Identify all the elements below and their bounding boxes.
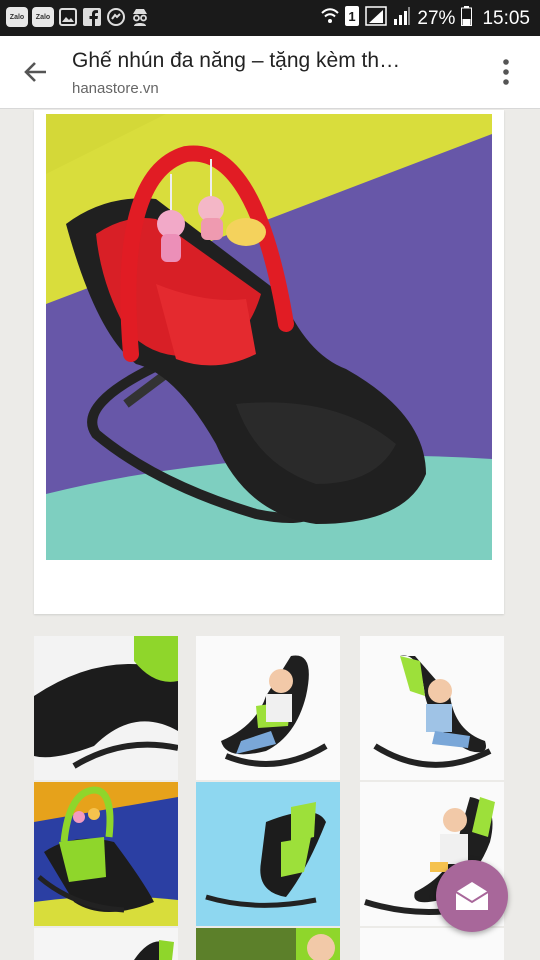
battery-percent: 27% bbox=[417, 8, 456, 29]
zalo-icon: Zalo bbox=[6, 7, 28, 27]
product-thumbnail[interactable] bbox=[34, 636, 178, 780]
sim-1-icon: 1 bbox=[345, 6, 360, 32]
back-arrow-icon[interactable] bbox=[22, 58, 50, 86]
share-fab-button[interactable] bbox=[436, 860, 508, 932]
product-thumbnail[interactable] bbox=[196, 928, 340, 960]
app-bar: Ghế nhún đa năng – tặng kèm th… hanastor… bbox=[0, 36, 540, 109]
product-thumbnail[interactable] bbox=[34, 928, 178, 960]
product-image-main[interactable] bbox=[46, 114, 492, 560]
product-thumbnail[interactable] bbox=[360, 928, 504, 960]
envelope-icon bbox=[455, 882, 489, 910]
product-thumbnail[interactable] bbox=[196, 636, 340, 780]
more-options-icon[interactable] bbox=[502, 58, 510, 86]
image-icon bbox=[58, 7, 78, 27]
page-url: hanastore.vn bbox=[72, 80, 159, 97]
battery-icon bbox=[461, 6, 473, 32]
clock: 15:05 bbox=[482, 8, 530, 29]
product-thumbnail[interactable] bbox=[360, 636, 504, 780]
product-thumbnail[interactable] bbox=[196, 782, 340, 926]
spy-icon bbox=[130, 7, 150, 27]
signal-icon bbox=[365, 6, 388, 32]
facebook-icon bbox=[82, 7, 102, 27]
main-image-card bbox=[34, 110, 504, 614]
signal-icon bbox=[393, 6, 411, 32]
svg-text:1: 1 bbox=[349, 9, 356, 24]
messenger-icon bbox=[106, 7, 126, 27]
page-title: Ghế nhún đa năng – tặng kèm th… bbox=[72, 49, 401, 72]
status-bar: Zalo Zalo 1 27% 15:05 bbox=[0, 0, 540, 36]
wifi-icon bbox=[321, 7, 340, 31]
zalo-icon: Zalo bbox=[32, 7, 54, 27]
product-thumbnail[interactable] bbox=[34, 782, 178, 926]
